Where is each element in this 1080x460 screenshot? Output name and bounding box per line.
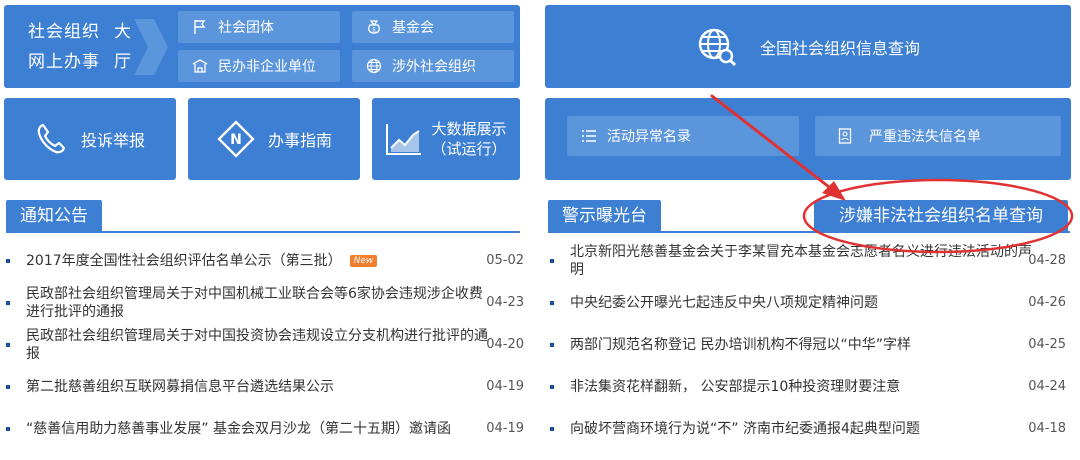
info-query-button[interactable]: 全国社会组织信息查询 (545, 5, 1071, 88)
notice-divider (6, 231, 520, 233)
annotation-arrowhead (822, 181, 846, 201)
bullet-icon (550, 385, 554, 389)
globe-search-icon (696, 26, 738, 68)
news-date: 04-18 (1028, 421, 1066, 436)
svg-text:N: N (230, 132, 242, 148)
compass-icon: N (216, 119, 256, 159)
news-title: 两部门规范名称登记 民办培训机构不得冠以“中华”字样 (570, 337, 911, 353)
social-group-label: 社会团体 (218, 20, 274, 36)
news-date: 04-24 (1028, 379, 1066, 394)
list-item[interactable]: 中央纪委公开曝光七起违反中央八项规定精神问题 04-26 (550, 282, 1066, 324)
news-title: 中央纪委公开曝光七起违反中央八项规定精神问题 (570, 295, 878, 311)
news-date: 05-02 (486, 253, 524, 268)
warning-divider (548, 231, 1070, 233)
list-item[interactable]: “慈善信用助力慈善事业发展” 基金会双月沙龙（第二十五期）邀请函 04-19 (6, 408, 524, 450)
news-date: 04-25 (1028, 337, 1066, 352)
list-item[interactable]: 两部门规范名称登记 民办培训机构不得冠以“中华”字样 04-25 (550, 324, 1066, 366)
news-title: “慈善信用助力慈善事业发展” 基金会双月沙龙（第二十五期）邀请函 (26, 421, 451, 437)
list-item[interactable]: 民政部社会组织管理局关于对中国投资协会违规设立分支机构进行批评的通报 04-20 (6, 324, 524, 366)
flag-icon (192, 19, 208, 35)
info-query-label: 全国社会组织信息查询 (759, 38, 920, 58)
news-title: 民政部社会组织管理局关于对中国投资协会违规设立分支机构进行批评的通报 (26, 328, 488, 362)
warning-list: 北京新阳光慈善基金会关于李某冒充本基金会志愿者名义进行违法活动的声明 04-28… (550, 240, 1066, 450)
bullet-icon (550, 259, 554, 263)
money-bag-icon: $ (366, 19, 382, 35)
service-hall-title-line2: 网上办事 (28, 52, 100, 72)
list-item[interactable]: 民政部社会组织管理局关于对中国机械工业联合会等6家协会违规涉企收费进行批评的通报… (6, 282, 524, 324)
guide-label: 办事指南 (267, 131, 332, 150)
foundation-button[interactable]: $ 基金会 (352, 11, 514, 43)
news-title-text: 2017年度全国性社会组织评估名单公示（第三批） (26, 253, 342, 269)
list-item[interactable]: 2017年度全国性社会组织评估名单公示（第三批） New 05-02 (6, 240, 524, 282)
service-hall-title-line1: 社会组织 (28, 22, 100, 42)
private-nonenterprise-label: 民办非企业单位 (218, 59, 316, 75)
news-date: 04-28 (1028, 253, 1066, 268)
bullet-icon (6, 259, 10, 263)
svg-text:$: $ (372, 27, 376, 34)
big-data-label-line2: （试运行） (431, 140, 507, 158)
news-date: 04-19 (486, 421, 524, 436)
news-title: 民政部社会组织管理局关于对中国机械工业联合会等6家协会违规涉企收费进行批评的通报 (26, 286, 483, 320)
bullet-icon (550, 343, 554, 347)
notice-tab[interactable]: 通知公告 (6, 200, 102, 232)
service-hall-title: 社会组织大 网上办事厅 (28, 17, 138, 77)
bullet-icon (6, 343, 10, 347)
bullet-icon (550, 301, 554, 305)
private-nonenterprise-button[interactable]: 民办非企业单位 (178, 50, 340, 82)
service-hall-title-line2-b: 厅 (114, 52, 132, 72)
list-item[interactable]: 北京新阳光慈善基金会关于李某冒充本基金会志愿者名义进行违法活动的声明 04-28 (550, 240, 1066, 282)
list-item[interactable]: 第二批慈善组织互联网募捐信息平台遴选结果公示 04-19 (6, 366, 524, 408)
news-date: 04-26 (1028, 295, 1066, 310)
warning-tab[interactable]: 警示曝光台 (548, 200, 661, 232)
abnormal-list-label: 活动异常名录 (607, 129, 691, 145)
dishonest-list-button[interactable]: 严重违法失信名单 (815, 116, 1061, 156)
bullet-icon (6, 301, 10, 305)
service-hall-title-line1-b: 大 (114, 22, 132, 42)
news-title: 2017年度全国性社会组织评估名单公示（第三批） New (26, 252, 378, 270)
notice-list: 2017年度全国性社会组织评估名单公示（第三批） New 05-02 民政部社会组… (6, 240, 524, 450)
list-icon (581, 128, 597, 144)
bullet-icon (6, 385, 10, 389)
service-hall-panel: 社会组织大 网上办事厅 社会团体 $ 基金会 民办非企业单位 涉外社会组织 (4, 5, 520, 88)
bullet-icon (550, 427, 554, 431)
dishonest-list-label: 严重违法失信名单 (869, 129, 981, 145)
building-icon (192, 58, 208, 74)
news-title: 非法集资花样翻新， 公安部提示10种投资理财要注意 (570, 379, 901, 395)
abnormal-list-button[interactable]: 活动异常名录 (567, 116, 799, 156)
lists-panel: 活动异常名录 严重违法失信名单 (545, 98, 1071, 180)
foreign-org-button[interactable]: 涉外社会组织 (352, 50, 514, 82)
social-group-button[interactable]: 社会团体 (178, 11, 340, 43)
news-title: 第二批慈善组织互联网募捐信息平台遴选结果公示 (26, 379, 334, 395)
chevron-right-icon (134, 19, 168, 75)
complaint-label: 投诉举报 (80, 131, 145, 150)
foundation-label: 基金会 (392, 20, 434, 36)
news-title: 向破坏营商环境行为说“不” 济南市纪委通报4起典型问题 (570, 421, 920, 437)
guide-button[interactable]: N 办事指南 (188, 98, 360, 180)
chart-icon (385, 122, 423, 156)
bullet-icon (6, 427, 10, 431)
globe-icon (366, 58, 382, 74)
big-data-button[interactable]: 大数据展示 （试运行） (372, 98, 520, 180)
complaint-button[interactable]: 投诉举报 (4, 98, 176, 180)
news-date: 04-19 (486, 379, 524, 394)
news-title: 北京新阳光慈善基金会关于李某冒充本基金会志愿者名义进行违法活动的声明 (570, 244, 1032, 278)
news-date: 04-23 (486, 295, 524, 310)
list-item[interactable]: 向破坏营商环境行为说“不” 济南市纪委通报4起典型问题 04-18 (550, 408, 1066, 450)
phone-icon (35, 122, 69, 156)
document-icon (837, 128, 853, 144)
news-date: 04-20 (486, 337, 524, 352)
foreign-org-label: 涉外社会组织 (392, 59, 476, 75)
new-badge: New (349, 255, 378, 267)
illegal-org-query-button[interactable]: 涉嫌非法社会组织名单查询 (814, 200, 1068, 232)
list-item[interactable]: 非法集资花样翻新， 公安部提示10种投资理财要注意 04-24 (550, 366, 1066, 408)
big-data-label-line1: 大数据展示 (431, 120, 507, 138)
